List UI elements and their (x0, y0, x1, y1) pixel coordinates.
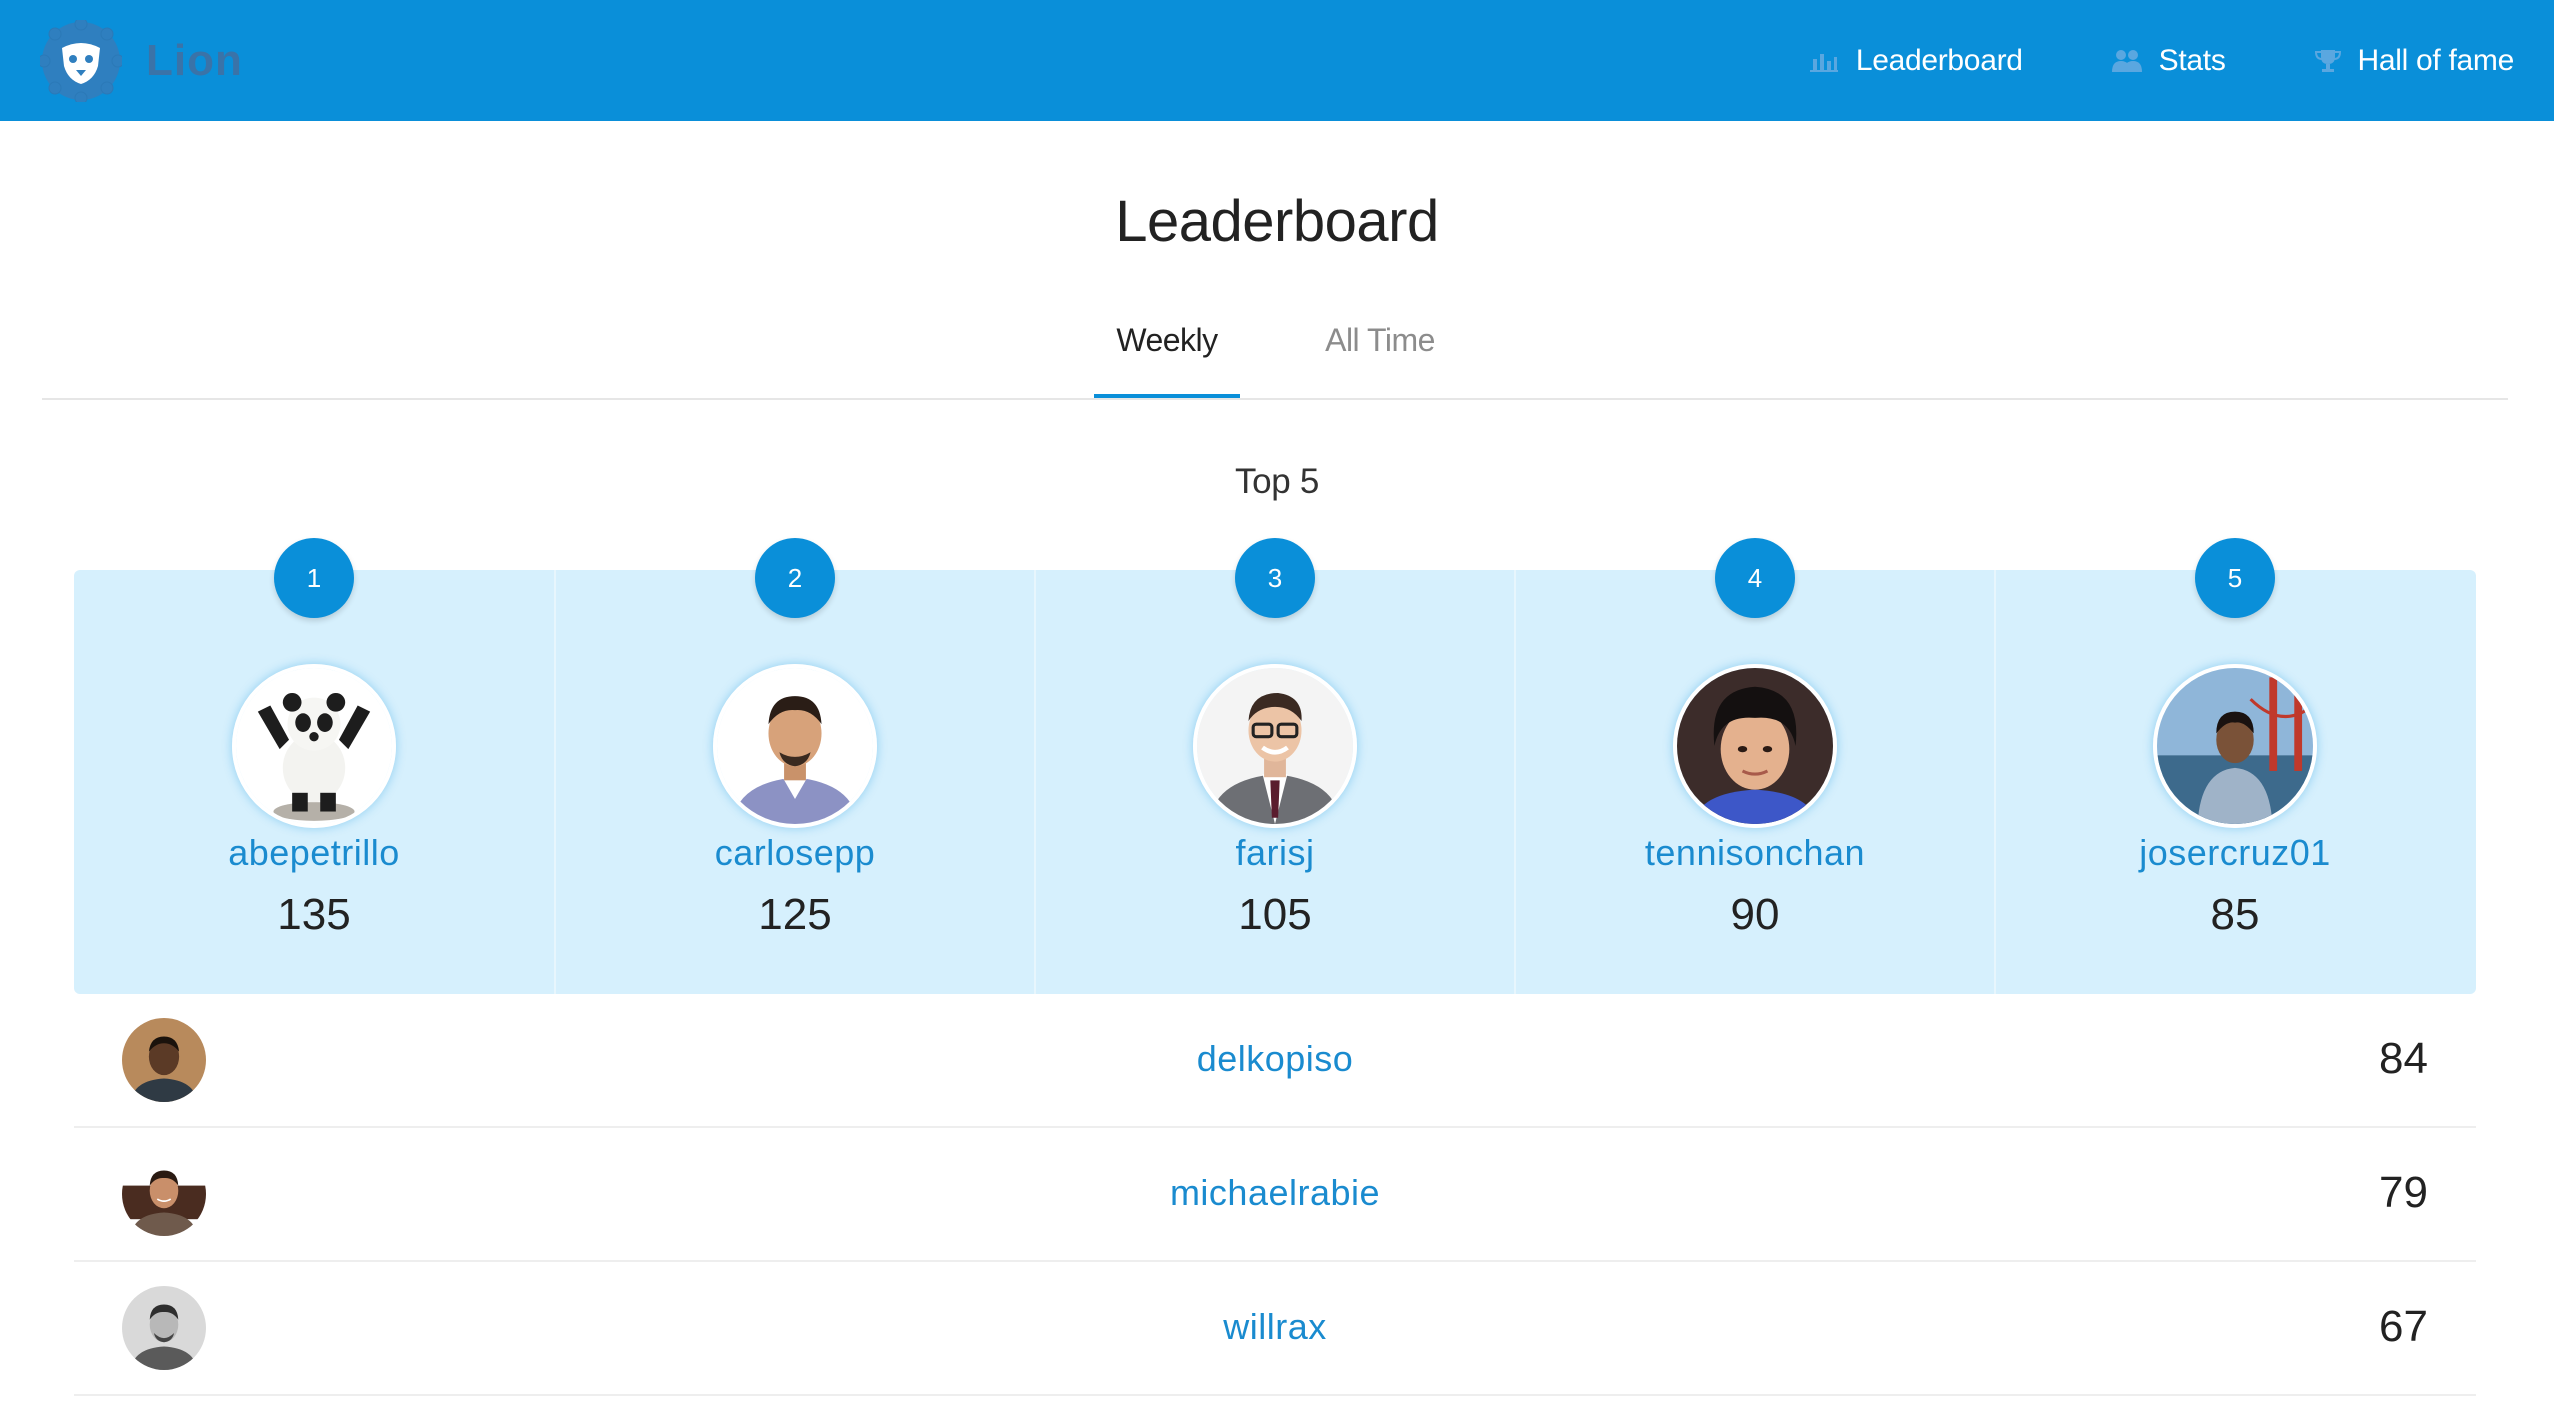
trophy-icon (2314, 49, 2341, 72)
top5-panel: 1 abepetrillo 135 2 carlosepp 125 3 fari… (74, 538, 2476, 994)
rank-badge: 2 (755, 538, 835, 618)
nav-item-leaderboard[interactable]: Leaderboard (1808, 44, 2023, 78)
list-item: delkopiso 84 (74, 994, 2476, 1128)
list-score: 67 (2379, 1302, 2428, 1351)
avatar[interactable] (1673, 664, 1837, 828)
tab-weekly[interactable]: Weekly (1094, 322, 1240, 398)
top-score: 90 (1730, 890, 1780, 939)
top5-card: 1 abepetrillo 135 (74, 538, 554, 994)
rank-badge: 1 (274, 538, 354, 618)
list-item: willrax 67 (74, 1262, 2476, 1396)
nav-item-stats[interactable]: Stats (2111, 44, 2226, 78)
panda-avatar (236, 668, 392, 824)
list-score: 84 (2379, 1034, 2428, 1083)
page-title: Leaderboard (1115, 189, 1439, 254)
rank-badge: 5 (2195, 538, 2275, 618)
list-username[interactable]: willrax (74, 1306, 2476, 1348)
leaderboard-list: delkopiso 84 michaelrabie 79 willrax 67 (74, 994, 2476, 1396)
user-avatar (717, 668, 873, 824)
rank-badge: 3 (1235, 538, 1315, 618)
top-score: 105 (1238, 890, 1312, 939)
lion-logo-icon (40, 20, 122, 102)
top5-card: 4 tennisonchan 90 (1514, 538, 1994, 994)
top-username[interactable]: farisj (1036, 832, 1514, 874)
top5-card: 3 farisj 105 (1034, 538, 1514, 994)
nav-menu: Leaderboard Stats Hall of fame (1720, 0, 2514, 121)
nav-label: Stats (2158, 43, 2226, 77)
avatar[interactable] (713, 664, 877, 828)
list-username[interactable]: delkopiso (74, 1038, 2476, 1080)
rank-badge: 4 (1715, 538, 1795, 618)
user-avatar (2157, 668, 2313, 824)
navbar: Lion Leaderboard Stats Hall of fame (0, 0, 2554, 121)
top-username[interactable]: carlosepp (556, 832, 1034, 874)
user-avatar (1677, 668, 1833, 824)
nav-label: Leaderboard (1855, 43, 2023, 77)
leaderboard-tabs: Weekly All Time (42, 300, 2508, 400)
avatar[interactable] (1193, 664, 1357, 828)
avatar[interactable] (2153, 664, 2317, 828)
nav-item-hall-of-fame[interactable]: Hall of fame (2314, 44, 2514, 78)
top-username[interactable]: tennisonchan (1516, 832, 1994, 874)
list-item: michaelrabie 79 (74, 1128, 2476, 1262)
list-username[interactable]: michaelrabie (74, 1172, 2476, 1214)
nav-label: Hall of fame (2357, 43, 2515, 77)
top-section-title: Top 5 (1234, 462, 1320, 501)
top-score: 125 (758, 890, 832, 939)
users-icon (2111, 49, 2142, 72)
tab-all-time[interactable]: All Time (1304, 322, 1456, 398)
top-username[interactable]: josercruz01 (1996, 832, 2474, 874)
top5-card: 5 josercruz01 85 (1994, 538, 2474, 994)
brand[interactable]: Lion (40, 20, 243, 102)
top-score: 135 (277, 890, 351, 939)
list-score: 79 (2379, 1168, 2428, 1217)
user-avatar (1197, 668, 1353, 824)
top5-card: 2 carlosepp 125 (554, 538, 1034, 994)
avatar[interactable] (232, 664, 396, 828)
brand-name: Lion (146, 36, 243, 85)
top-score: 85 (2210, 890, 2260, 939)
top-username[interactable]: abepetrillo (74, 832, 554, 874)
bar-chart-icon (1809, 53, 1838, 72)
